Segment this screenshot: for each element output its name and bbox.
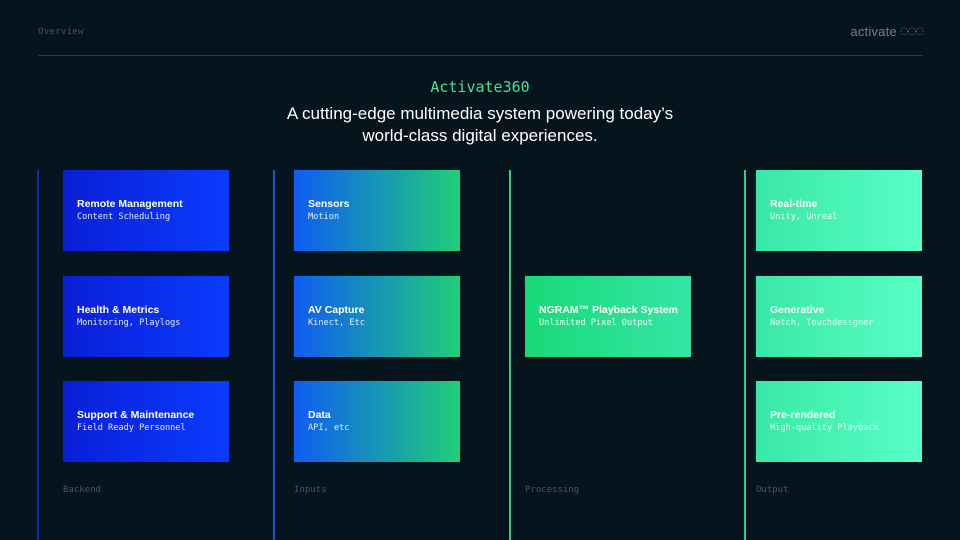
- brand-title: Activate360: [430, 78, 530, 96]
- activate-logo: activate ◌◌◌: [850, 24, 924, 39]
- card-title: Remote Management: [77, 198, 183, 210]
- card-title: Sensors: [308, 198, 350, 210]
- card-subtitle: Field Ready Personnel: [77, 423, 186, 433]
- tagline-line-2: world-class digital experiences.: [362, 126, 598, 145]
- card-title: NGRAM™ Playback System: [539, 304, 678, 316]
- column-label-inputs: Inputs: [294, 485, 327, 495]
- logo-mark-icon: ◌◌◌: [899, 26, 924, 37]
- column-label-output: Output: [756, 485, 789, 495]
- card-subtitle: Motion: [308, 212, 340, 222]
- card-subtitle: Monitoring, Playlogs: [77, 318, 181, 328]
- overview-label: Overview: [38, 27, 84, 37]
- output-column-line: [744, 170, 746, 540]
- inputs-column-line: [273, 170, 275, 540]
- card-ngram-playback: NGRAM™ Playback System Unlimited Pixel O…: [525, 276, 691, 357]
- card-title: Pre-rendered: [770, 409, 836, 421]
- column-label-processing: Processing: [525, 485, 580, 495]
- card-subtitle: API, etc: [308, 423, 350, 433]
- header-divider: [38, 55, 923, 56]
- tagline-line-1: A cutting-edge multimedia system powerin…: [286, 104, 674, 123]
- card-av-capture: AV Capture Kinect, Etc: [294, 276, 460, 357]
- card-support-maintenance: Support & Maintenance Field Ready Person…: [63, 381, 229, 462]
- card-subtitle: Unity, Unreal: [770, 212, 838, 222]
- card-title: AV Capture: [308, 304, 365, 316]
- card-subtitle: Kinect, Etc: [308, 318, 365, 328]
- card-remote-management: Remote Management Content Scheduling: [63, 170, 229, 251]
- card-data: Data API, etc: [294, 381, 460, 462]
- logo-text: activate: [850, 24, 897, 39]
- card-pre-rendered: Pre-rendered High-quality Playback: [756, 381, 922, 462]
- card-title: Data: [308, 409, 331, 421]
- card-subtitle: Notch, Touchdesigner: [770, 318, 874, 328]
- card-real-time: Real-time Unity, Unreal: [756, 170, 922, 251]
- column-label-backend: Backend: [63, 485, 101, 495]
- card-sensors: Sensors Motion: [294, 170, 460, 251]
- card-subtitle: High-quality Playback: [770, 423, 879, 433]
- card-subtitle: Content Scheduling: [77, 212, 171, 222]
- tagline: A cutting-edge multimedia system powerin…: [0, 103, 960, 147]
- card-subtitle: Unlimited Pixel Output: [539, 318, 653, 328]
- card-title: Real-time: [770, 198, 818, 210]
- card-title: Support & Maintenance: [77, 409, 195, 421]
- card-title: Generative: [770, 304, 825, 316]
- card-health-metrics: Health & Metrics Monitoring, Playlogs: [63, 276, 229, 357]
- card-title: Health & Metrics: [77, 304, 160, 316]
- backend-column-line: [37, 170, 39, 540]
- processing-column-line: [509, 170, 511, 540]
- card-generative: Generative Notch, Touchdesigner: [756, 276, 922, 357]
